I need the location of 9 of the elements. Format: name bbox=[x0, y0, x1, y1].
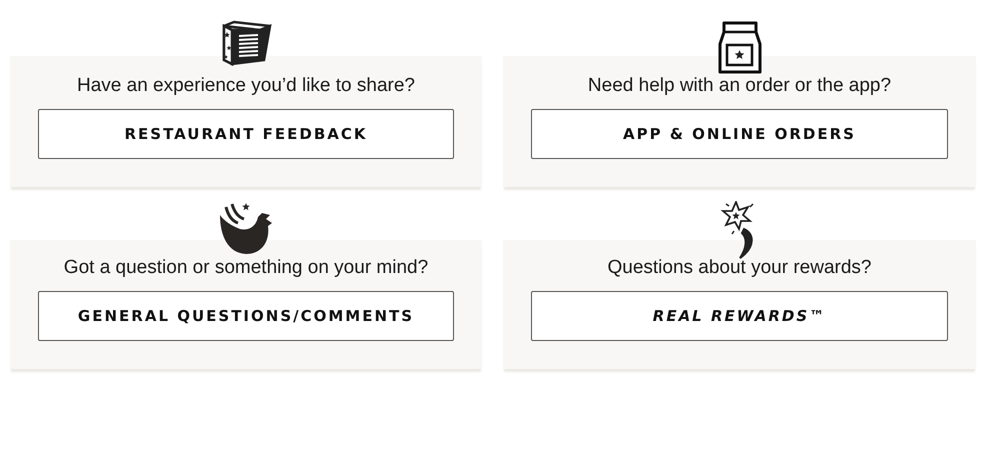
contact-button[interactable]: RESTAURANT FEEDBACK bbox=[38, 109, 454, 159]
card-question: Questions about your rewards? bbox=[607, 256, 872, 280]
card-question: Need help with an order or the app? bbox=[588, 74, 892, 98]
contact-button[interactable]: REAL REWARDS™ bbox=[531, 291, 948, 341]
contact-button[interactable]: APP & ONLINE ORDERS bbox=[531, 109, 948, 159]
card-question: Have an experience you’d like to share? bbox=[77, 74, 415, 98]
card-question: Got a question or something on your mind? bbox=[64, 256, 428, 280]
bird-icon bbox=[218, 201, 274, 256]
contact-button[interactable]: GENERAL QUESTIONS/COMMENTS bbox=[38, 291, 454, 341]
